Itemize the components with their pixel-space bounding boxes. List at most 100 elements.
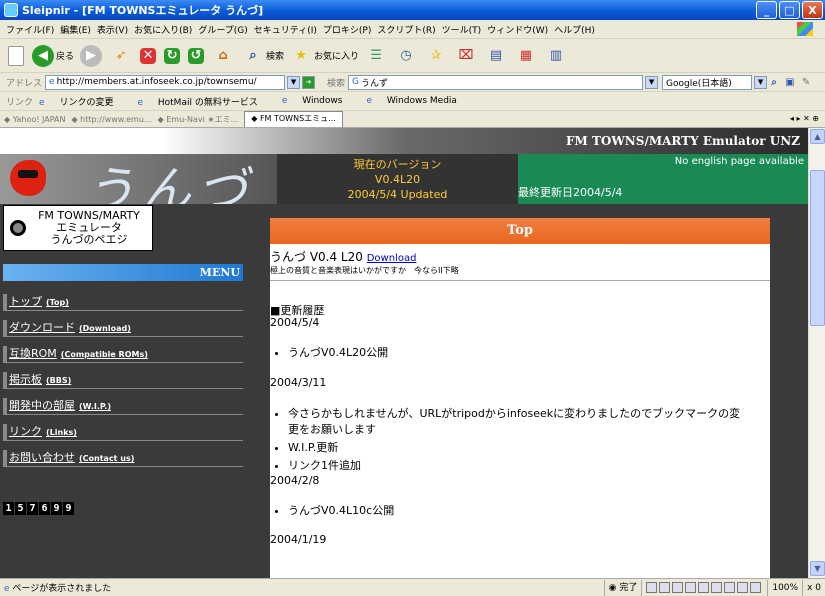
counter-digit: 6 (39, 502, 50, 515)
no-english-notice: No english page available (674, 156, 804, 167)
search-go-icon[interactable]: ⌕ (767, 75, 781, 89)
sidebar-item-bbs[interactable]: 掲示板 (BBS) (3, 372, 243, 389)
menu-proxy[interactable]: プロキシ(P) (323, 23, 371, 36)
search-engine-dropdown[interactable]: ▼ (754, 75, 768, 89)
close-count[interactable]: x 0 (802, 579, 825, 596)
proxy-icon[interactable] (750, 582, 762, 593)
address-input[interactable]: e http://members.at.infoseek.co.jp/townse… (45, 74, 286, 90)
menu-group[interactable]: グループ(G) (198, 23, 247, 36)
status-icons[interactable] (641, 579, 767, 596)
menu-view[interactable]: 表示(V) (97, 23, 128, 36)
cascade-button[interactable]: ▥ (545, 45, 569, 67)
address-url: http://members.at.infoseek.co.jp/townsem… (56, 77, 257, 87)
menu-script[interactable]: スクリプト(R) (377, 23, 435, 36)
scroll-up-icon[interactable]: ▲ (810, 129, 825, 144)
java-icon[interactable] (685, 582, 697, 593)
search-history-dropdown[interactable]: ▼ (645, 75, 659, 89)
history-item: W.I.P.更新 (288, 439, 740, 455)
menu-tools[interactable]: ツール(T) (442, 23, 482, 36)
favorites-label: お気に入り (314, 52, 360, 62)
link-windows[interactable]: e Windows (282, 96, 355, 106)
minimize-button[interactable]: _ (756, 1, 777, 19)
reload-button[interactable]: ↻ (164, 47, 182, 64)
search-engine-select[interactable]: Google(日本語) (662, 74, 753, 90)
go-button[interactable]: ➔ (302, 75, 316, 89)
link-hotmail[interactable]: e HotMail の無料サービス (137, 95, 269, 108)
menu-bar: ファイル(F) 編集(E) 表示(V) お気に入り(B) グループ(G) セキュ… (0, 20, 825, 39)
pen-icon[interactable]: ✎ (799, 75, 813, 89)
add-favorite-button[interactable]: ✰ (425, 45, 449, 67)
link-customize[interactable]: e リンクの変更 (39, 95, 125, 108)
search-button[interactable]: ⌕ 検索 (242, 45, 284, 67)
tab-bar: ◆ Yahoo! JAPAN ◆ http://www.emu... ◆ Emu… (0, 111, 825, 128)
mascot-dog-icon (10, 160, 46, 196)
title-bar: Sleipnir - [FM TOWNSエミュレータ うんづ] _ □ X (0, 0, 825, 20)
back-button[interactable]: ◀ 戻る (32, 44, 74, 67)
sound-icon[interactable] (711, 582, 723, 593)
clock-button[interactable]: ◷ (395, 45, 419, 67)
vertical-scrollbar[interactable]: ▲ ▼ (808, 128, 825, 578)
cookie-icon[interactable] (737, 582, 749, 593)
highlight-icon[interactable]: ▣ (783, 75, 797, 89)
links-label: リンク (6, 97, 34, 108)
search-box-input[interactable]: G うんず (348, 74, 644, 90)
link-customize-label: リンクの変更 (59, 97, 114, 108)
maximize-button[interactable]: □ (779, 1, 800, 19)
script-icon[interactable] (659, 582, 671, 593)
refresh-button[interactable]: ➶ (110, 45, 134, 67)
sidebar-header: FM TOWNS/MARTY エミュレータ うんづのペエジ (3, 205, 153, 251)
sidebar-item-contact[interactable]: お問い合わせ (Contact us) (3, 450, 243, 467)
stop-button[interactable]: ✕ (140, 47, 158, 64)
version-box: 現在のバージョン V0.4L20 2004/5/4 Updated (277, 154, 518, 204)
popup-block-icon[interactable] (646, 582, 658, 593)
ie-page-icon: e (366, 96, 372, 106)
sidebar-item-links[interactable]: リンク (Links) (3, 424, 243, 441)
home-button[interactable]: ⌂ (212, 45, 236, 67)
back-arrow-icon: ◀ (32, 44, 54, 67)
tab-emu-url[interactable]: ◆ http://www.emu... (71, 115, 151, 124)
close-button[interactable]: X (802, 1, 823, 19)
site-banner: FM TOWNS/MARTY Emulator UNZ (0, 128, 808, 154)
activex-icon[interactable] (698, 582, 710, 593)
video-icon[interactable] (724, 582, 736, 593)
close-tabs-button[interactable]: ⌧ (455, 45, 479, 67)
scroll-down-icon[interactable]: ▼ (810, 561, 825, 576)
logo-text: うんづ (85, 161, 253, 204)
tab-label: http://www.emu... (80, 114, 152, 124)
new-page-button[interactable] (8, 45, 26, 66)
menu-help[interactable]: ヘルプ(H) (554, 23, 595, 36)
link-windows-media[interactable]: e Windows Media (366, 96, 469, 106)
address-bar: アドレス e http://members.at.infoseek.co.jp/t… (0, 73, 825, 92)
favorites-button[interactable]: ★ お気に入り (290, 45, 359, 67)
close-others-button[interactable]: ▤ (485, 45, 509, 67)
tile-icon: ▦ (519, 48, 533, 63)
sleipnir-app-icon (4, 3, 18, 17)
menu-window[interactable]: ウィンドウ(W) (487, 23, 548, 36)
sidebar-item-top[interactable]: トップ (Top) (3, 294, 243, 311)
google-icon: G (352, 77, 360, 87)
menu-item-jp: トップ (9, 295, 42, 308)
scroll-thumb[interactable] (810, 170, 825, 326)
image-icon[interactable] (672, 582, 684, 593)
address-dropdown-button[interactable]: ▼ (287, 75, 301, 89)
tile-button[interactable]: ▦ (515, 45, 539, 67)
tab-fm-towns-active[interactable]: ◆ FM TOWNSエミュ... (244, 111, 343, 127)
menu-item-jp: 開発中の部屋 (9, 399, 75, 412)
sidebar-item-compatible-roms[interactable]: 互換ROM (Compatible ROMs) (3, 346, 243, 363)
history-button[interactable]: ☰ (365, 45, 389, 67)
menu-file[interactable]: ファイル(F) (6, 23, 54, 36)
tab-emu-navi[interactable]: ◆ Emu-Navi ★エミ... (158, 114, 239, 125)
zoom-level[interactable]: 100% (767, 579, 802, 596)
sidebar-item-download[interactable]: ダウンロード (Download) (3, 320, 243, 337)
tab-yahoo[interactable]: ◆ Yahoo! JAPAN (4, 115, 65, 124)
menu-security[interactable]: セキュリティ(I) (254, 23, 317, 36)
menu-edit[interactable]: 編集(E) (60, 23, 91, 36)
sidebar-item-wip[interactable]: 開発中の部屋 (W.I.P.) (3, 398, 243, 415)
history-item-line2: 更をお願いします (288, 423, 376, 436)
menu-favorites[interactable]: お気に入り(B) (134, 23, 192, 36)
download-link[interactable]: Download (367, 253, 417, 264)
tab-controls[interactable]: ◂ ▸ ✕ ⊕ (790, 114, 819, 123)
status-bar: e ページが表示されました ◉ 完了 100% x 0 (0, 578, 825, 596)
forward-button[interactable]: ▶ (80, 44, 104, 67)
reload-all-button[interactable]: ↺ (188, 47, 206, 64)
